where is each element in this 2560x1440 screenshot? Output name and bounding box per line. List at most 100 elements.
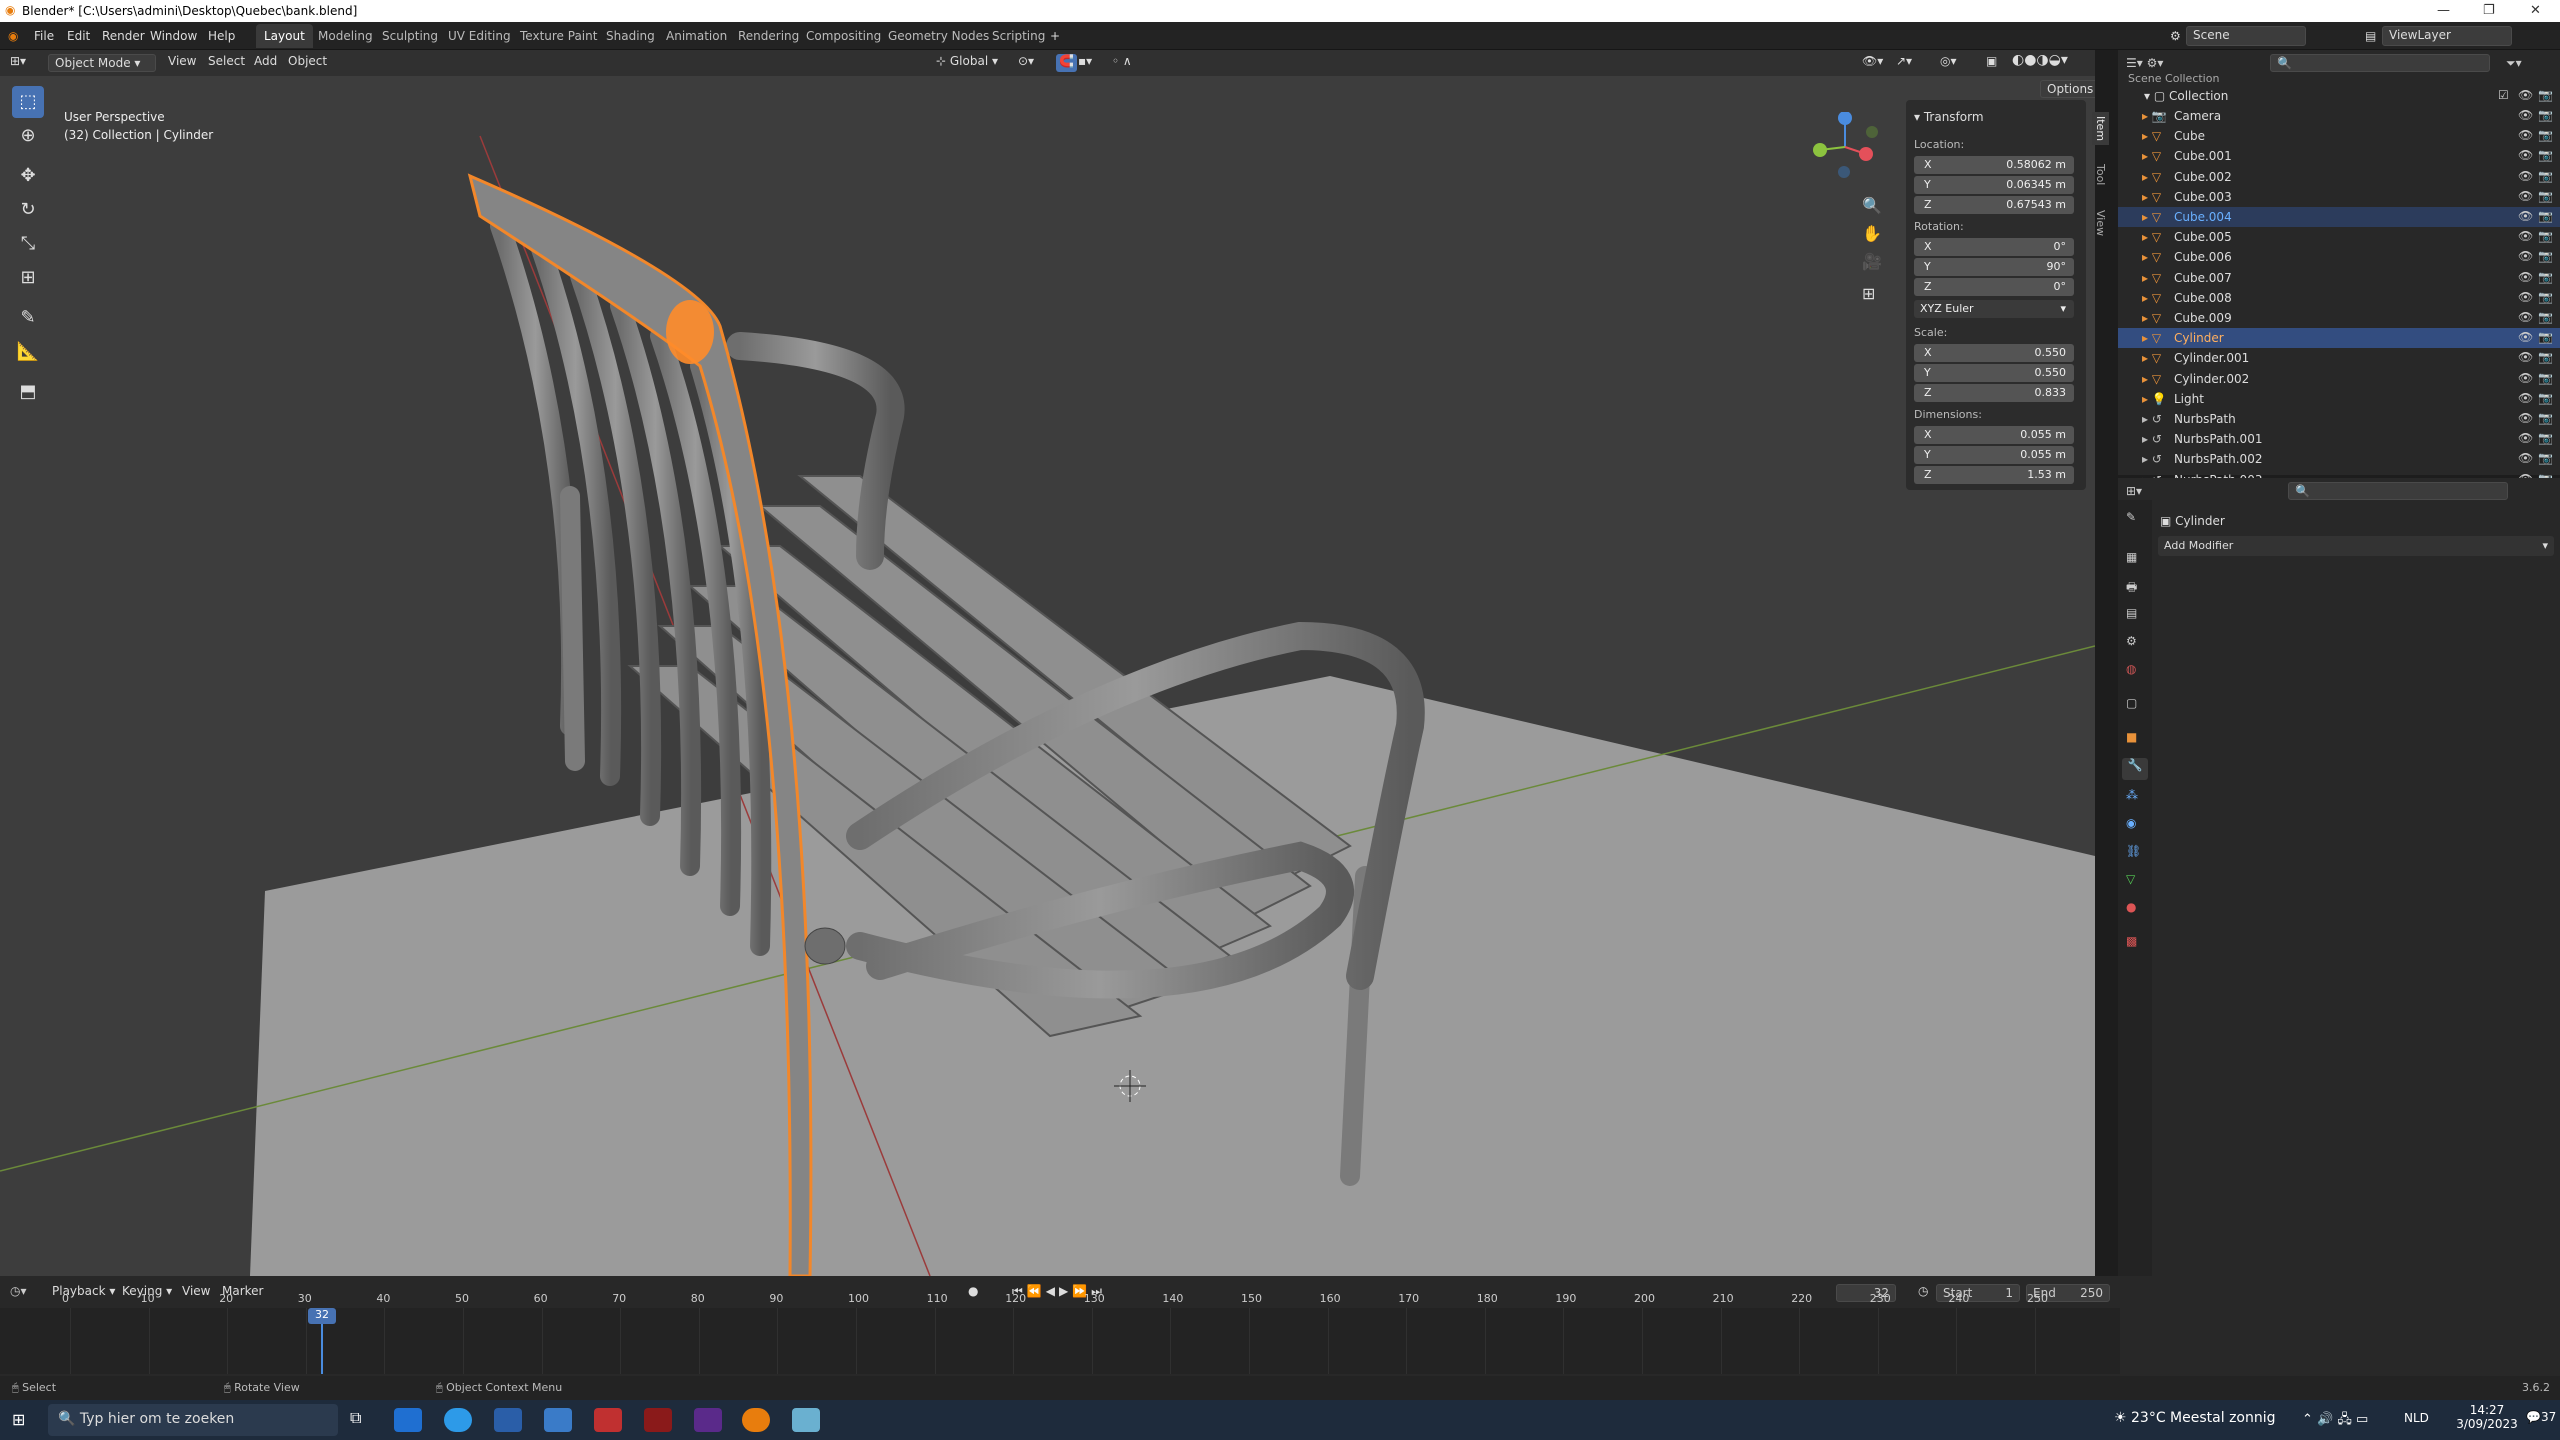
shading-modes-icon[interactable]: ◐●◑◒▾: [2012, 52, 2068, 70]
mode-dropdown[interactable]: Object Mode ▾: [48, 54, 156, 72]
visibility-eye-icon[interactable]: 👁: [2518, 108, 2533, 122]
orientation-dropdown[interactable]: ⊹ Global ▾: [936, 54, 998, 72]
select-box-tool-icon[interactable]: ⬚: [12, 86, 44, 118]
render-visibility-icon[interactable]: 📷: [2538, 391, 2553, 405]
outliner-item[interactable]: ▸ ▽ Cube.008 👁 📷: [2118, 288, 2560, 308]
constraints-tab-icon[interactable]: ⛓: [2126, 844, 2141, 858]
record-icon[interactable]: ●: [968, 1284, 978, 1302]
visibility-eye-icon[interactable]: 👁: [2518, 249, 2533, 263]
visibility-eye-icon[interactable]: 👁: [2518, 310, 2533, 324]
output-tab-icon[interactable]: 🖶: [2126, 578, 2137, 599]
tray-icons[interactable]: ⌃ 🔊 🖧 ▭: [2302, 1410, 2368, 1432]
render-visibility-icon[interactable]: 📷: [2538, 229, 2553, 243]
tab-texture-paint[interactable]: Texture Paint: [512, 24, 605, 48]
menu-file[interactable]: File: [34, 29, 54, 43]
editor-type-icon[interactable]: ⊞▾: [10, 54, 26, 72]
texture-tab-icon[interactable]: ▩: [2126, 934, 2137, 948]
outliner-item[interactable]: ▸ ▽ Cube.001 👁 📷: [2118, 146, 2560, 166]
render-visibility-icon[interactable]: 📷: [2538, 169, 2553, 183]
tab-sculpting[interactable]: Sculpting: [374, 24, 446, 48]
render-visibility-icon[interactable]: 📷: [2538, 290, 2553, 304]
blender-taskbar-icon[interactable]: [742, 1408, 770, 1432]
outliner-item[interactable]: ▸ ▽ Cube.006 👁 📷: [2118, 247, 2560, 267]
visibility-eye-icon[interactable]: 👁: [2518, 148, 2533, 162]
cursor-tool-icon[interactable]: ⊕: [12, 120, 44, 152]
snap-target-icon[interactable]: ▪▾: [1078, 54, 1092, 72]
timeline-editor-icon[interactable]: ◷▾: [10, 1284, 27, 1298]
visibility-eye-icon[interactable]: 👁: [2518, 189, 2533, 203]
add-cube-tool-icon[interactable]: ⬒: [12, 376, 44, 408]
tab-view[interactable]: View: [2092, 206, 2109, 240]
outliner-collection[interactable]: ▾ ▢ Collection ☑ 👁 📷: [2118, 86, 2560, 106]
render-visibility-icon[interactable]: 📷: [2538, 371, 2553, 385]
menu-view-timeline[interactable]: View: [182, 1284, 210, 1302]
blender-menu-icon[interactable]: ◉: [8, 29, 18, 43]
visibility-eye-icon[interactable]: 👁: [2518, 169, 2533, 183]
object-tab-icon[interactable]: ■: [2126, 730, 2137, 744]
visibility-eye-icon[interactable]: 👁: [2518, 330, 2533, 344]
scene-icon[interactable]: ⚙: [2170, 29, 2181, 43]
render-visibility-icon[interactable]: 📷: [2538, 249, 2553, 263]
playhead-label[interactable]: 32: [308, 1308, 336, 1324]
app-icon-4[interactable]: [644, 1408, 672, 1432]
edge-icon[interactable]: [444, 1408, 472, 1432]
visibility-eye-icon[interactable]: 👁: [2518, 229, 2533, 243]
app-icon-5[interactable]: [694, 1408, 722, 1432]
menu-view[interactable]: View: [168, 54, 196, 72]
location-y-field[interactable]: Y 0.06345 m: [1914, 176, 2074, 194]
outliner-item[interactable]: ▸ ▽ Cube.004 👁 📷: [2118, 207, 2560, 227]
task-view-icon[interactable]: ⧉: [350, 1408, 378, 1432]
scale-y-field[interactable]: Y 0.550: [1914, 364, 2074, 382]
transform-title[interactable]: ▾ Transform: [1914, 110, 1984, 124]
windows-start-icon[interactable]: ⊞: [12, 1410, 25, 1429]
render-visibility-icon[interactable]: 📷: [2538, 431, 2553, 445]
properties-editor-icon[interactable]: ⊞▾: [2126, 484, 2142, 498]
taskbar-search-input[interactable]: 🔍 Typ hier om te zoeken: [48, 1404, 338, 1436]
render-visibility-icon[interactable]: 📷: [2538, 148, 2553, 162]
tab-rendering[interactable]: Rendering: [730, 24, 807, 48]
world-tab-icon[interactable]: ◍: [2126, 662, 2136, 676]
outliner-item[interactable]: ▸ ▽ Cylinder.002 👁 📷: [2118, 369, 2560, 389]
measure-tool-icon[interactable]: 📐: [12, 336, 44, 368]
navigation-gizmo[interactable]: [1810, 111, 1880, 182]
visibility-icon[interactable]: 👁▾: [1862, 54, 1883, 72]
menu-window[interactable]: Window: [150, 29, 197, 43]
zoom-icon[interactable]: 🔍: [1862, 196, 1882, 215]
3d-viewport[interactable]: ⬚ ⊕ ✥ ↻ ⤡ ⊞ ✎ 📐 ⬒ ▣▣▣▣ User Perspective …: [0, 76, 2095, 1276]
tab-uv-editing[interactable]: UV Editing: [440, 24, 519, 48]
tab-item[interactable]: Item: [2092, 112, 2109, 146]
render-visibility-icon[interactable]: 📷: [2538, 330, 2553, 344]
rotation-x-field[interactable]: X 0°: [1914, 238, 2074, 256]
data-tab-icon[interactable]: ▽: [2126, 872, 2135, 886]
tab-animation[interactable]: Animation: [658, 24, 735, 48]
viewlayer-selector[interactable]: ViewLayer: [2382, 26, 2512, 46]
outliner-item[interactable]: ▸ 📷 Camera 👁 📷: [2118, 106, 2560, 126]
material-tab-icon[interactable]: ●: [2126, 900, 2136, 914]
viewlayer-icon[interactable]: ▤: [2365, 29, 2376, 43]
outliner-item[interactable]: ▸ ↺ NurbsPath 👁 📷: [2118, 409, 2560, 429]
visibility-eye-icon[interactable]: 👁: [2518, 371, 2533, 385]
render-visibility-icon[interactable]: 📷: [2538, 189, 2553, 203]
menu-render[interactable]: Render: [102, 29, 145, 43]
render-visibility-icon[interactable]: 📷: [2538, 209, 2553, 223]
visibility-eye-icon[interactable]: 👁: [2518, 209, 2533, 223]
menu-object[interactable]: Object: [288, 54, 327, 72]
add-modifier-button[interactable]: Add Modifier ▾: [2158, 536, 2554, 556]
visibility-eye-icon[interactable]: 👁: [2518, 290, 2533, 304]
dimensions-y-field[interactable]: Y 0.055 m: [1914, 446, 2074, 464]
rotation-z-field[interactable]: Z 0°: [1914, 278, 2074, 296]
camera-view-icon[interactable]: 🎥: [1862, 252, 1882, 271]
tab-modeling[interactable]: Modeling: [310, 24, 381, 48]
properties-search-input[interactable]: 🔍: [2288, 482, 2508, 500]
visibility-eye-icon[interactable]: 👁: [2518, 411, 2533, 425]
visibility-eye-icon[interactable]: 👁: [2518, 350, 2533, 364]
outliner-item[interactable]: ▸ ▽ Cube.002 👁 📷: [2118, 167, 2560, 187]
close-icon[interactable]: ✕: [2530, 3, 2541, 18]
notifications-icon[interactable]: 💬37: [2526, 1410, 2556, 1424]
outliner-item[interactable]: ▸ ▽ Cube.007 👁 📷: [2118, 268, 2560, 288]
dimensions-z-field[interactable]: Z 1.53 m: [1914, 466, 2074, 484]
visibility-eye-icon[interactable]: 👁: [2518, 391, 2533, 405]
location-x-field[interactable]: X 0.58062 m: [1914, 156, 2074, 174]
collection-tab-icon[interactable]: ▢: [2126, 696, 2137, 710]
outliner-item[interactable]: ▸ ▽ Cylinder.001 👁 📷: [2118, 348, 2560, 368]
